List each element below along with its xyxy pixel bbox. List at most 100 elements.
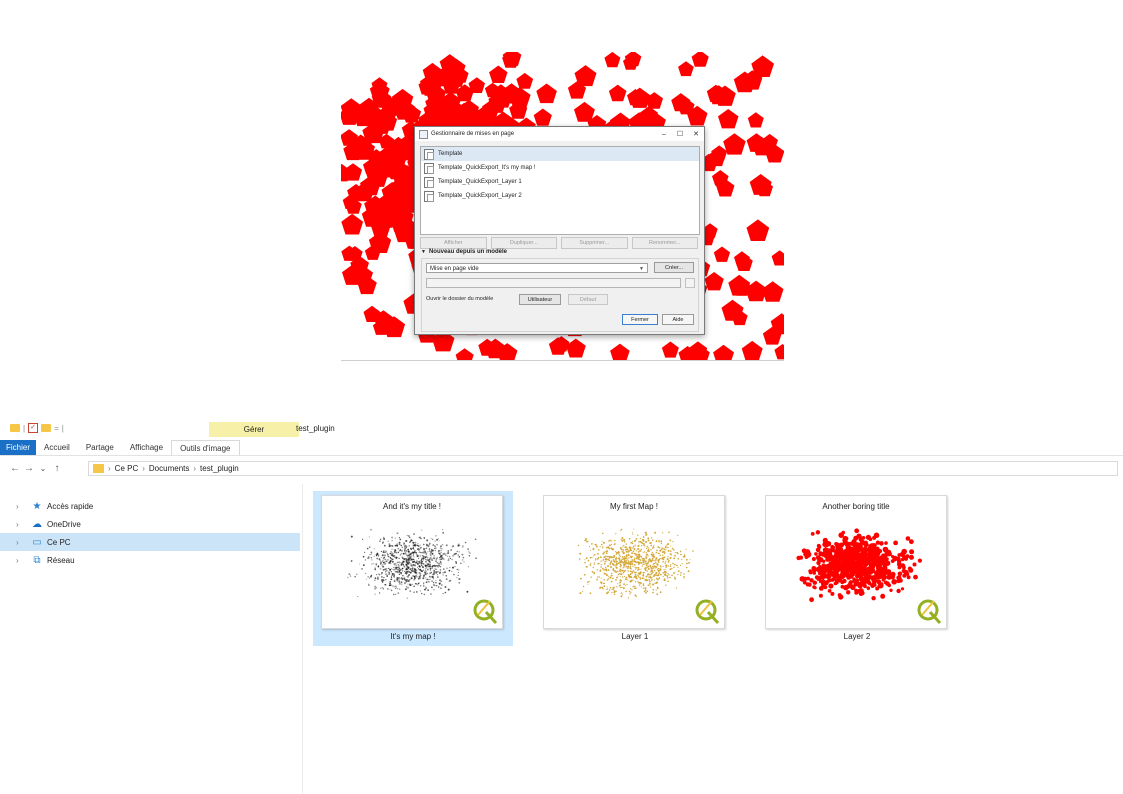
layout-list-item[interactable]: Template (421, 147, 699, 161)
layout-name: Template_QuickExport_Layer 1 (438, 179, 522, 185)
layout-list-item[interactable]: Template_QuickExport_Layer 1 (421, 175, 699, 189)
thumbnail-point (628, 562, 630, 565)
thumbnail-point (416, 573, 418, 575)
thumbnail-point (418, 557, 420, 559)
thumbnail-point (879, 541, 884, 546)
new-folder-icon[interactable] (41, 424, 52, 432)
close-dialog-button[interactable]: Fermer (622, 314, 658, 325)
duplicate-button[interactable]: Dupliquer... (490, 237, 557, 249)
file-tile[interactable]: And it's my title ! It's my map ! (313, 491, 513, 646)
delete-button[interactable]: Supprimer... (561, 237, 628, 249)
thumbnail-point (424, 574, 426, 576)
map-marker (751, 55, 774, 77)
thumbnail-point (583, 573, 586, 576)
back-arrow-icon[interactable]: ← (8, 463, 22, 474)
tab-picture-tools[interactable]: Outils d'image (171, 440, 240, 455)
folder-icon[interactable] (10, 424, 20, 432)
thumbnail-point (433, 589, 435, 591)
layout-list-item[interactable]: Template_QuickExport_Layer 2 (421, 189, 699, 203)
breadcrumb-this-pc[interactable]: Ce PC (115, 464, 139, 473)
thumbnail-point (431, 538, 434, 541)
help-button[interactable]: Aide (662, 314, 694, 325)
nav-item-onedrive[interactable]: › ☁ OneDrive (0, 515, 300, 533)
up-arrow-icon[interactable]: ↑ (50, 463, 64, 474)
file-tile[interactable]: My first Map ! Layer 1 (535, 491, 735, 646)
thumbnail-point (823, 585, 828, 590)
breadcrumb-documents[interactable]: Documents (149, 464, 189, 473)
thumbnail-point (406, 579, 408, 581)
thumbnail-point (662, 575, 664, 578)
layout-list-item[interactable]: Template_QuickExport_It's my map ! (421, 161, 699, 175)
nav-item-network[interactable]: › ⧉ Réseau (0, 551, 300, 569)
default-folder-button[interactable]: Défaut (568, 294, 608, 305)
tab-file[interactable]: Fichier (0, 440, 37, 455)
thumbnail-point (917, 558, 922, 563)
tab-view[interactable]: Affichage (122, 440, 171, 455)
user-folder-button[interactable]: Utilisateur (519, 294, 561, 305)
thumbnail-point (434, 566, 436, 568)
properties-icon[interactable]: ✓ (28, 423, 39, 433)
thumbnail-point (857, 583, 863, 589)
thumbnail-point (649, 571, 651, 573)
customize-dropdown-icon[interactable]: = (54, 424, 59, 433)
chevron-right-icon[interactable]: › (16, 538, 30, 547)
new-from-template-header[interactable]: ▼ Nouveau depuis un modèle (421, 249, 507, 255)
thumbnail-point (653, 560, 655, 562)
thumbnail-point (854, 528, 860, 534)
thumbnail-point (438, 550, 440, 552)
chevron-right-icon[interactable]: › (16, 502, 30, 511)
thumbnail-point (835, 580, 839, 585)
maximize-button[interactable]: ☐ (672, 130, 688, 138)
thumbnail-point (429, 554, 432, 557)
thumbnail-point (398, 581, 400, 583)
chevron-right-icon[interactable]: › (16, 520, 30, 529)
close-button[interactable]: ✕ (688, 130, 704, 138)
thumbnail-point (374, 593, 376, 595)
thumbnail-point (395, 587, 396, 589)
thumbnail-point (401, 583, 403, 586)
show-button[interactable]: Afficher (420, 237, 487, 249)
open-folder-label: Ouvrir le dossier du modèle (426, 296, 494, 302)
thumbnail-point (659, 569, 661, 571)
thumbnail-point (594, 553, 596, 556)
browse-button[interactable] (685, 278, 695, 288)
breadcrumb-test-plugin[interactable]: test_plugin (200, 464, 239, 473)
recent-dropdown-icon[interactable]: ⌄ (36, 464, 50, 473)
thumbnail-point (447, 555, 449, 557)
thumbnail-point (648, 579, 651, 581)
tab-share[interactable]: Partage (78, 440, 122, 455)
thumbnail-point (412, 551, 415, 554)
minimize-button[interactable]: – (656, 131, 672, 138)
nav-item-this-pc[interactable]: › ▭ Ce PC (0, 533, 300, 551)
thumbnail-point (365, 578, 367, 580)
nav-item-quick-access[interactable]: › ★ Accès rapide (0, 497, 300, 515)
thumbnail-point (637, 576, 639, 578)
create-button[interactable]: Créer... (654, 262, 694, 273)
map-marker (536, 83, 557, 104)
thumbnail-point (407, 554, 409, 556)
rename-button[interactable]: Renommer... (631, 237, 698, 249)
layout-list[interactable]: Template Template_QuickExport_It's my ma… (420, 146, 700, 235)
thumbnail-point (370, 574, 373, 577)
thumbnail-point (374, 568, 376, 571)
thumbnail-point (404, 582, 406, 584)
address-bar[interactable]: › Ce PC › Documents › test_plugin (88, 461, 1118, 476)
thumbnail-point (387, 573, 389, 575)
tab-home[interactable]: Accueil (36, 440, 78, 455)
thumbnail-point (819, 570, 826, 577)
thumbnail-point (393, 549, 395, 551)
forward-arrow-icon[interactable]: → (22, 463, 36, 474)
thumbnail-point (634, 594, 637, 597)
thumbnail-point (655, 551, 658, 554)
thumbnail-point (667, 549, 670, 552)
template-select[interactable]: Mise en page vide ▼ (426, 263, 648, 273)
thumbnail-point (626, 583, 628, 586)
template-path-field[interactable] (426, 278, 681, 288)
chevron-right-icon[interactable]: › (16, 556, 30, 565)
file-tile[interactable]: Another boring title Layer 2 (757, 491, 957, 646)
thumbnail-point (626, 559, 628, 561)
manage-tab[interactable]: Gérer (209, 422, 299, 437)
thumbnail-point (429, 567, 432, 570)
thumbnail-point (808, 570, 813, 575)
thumbnail-point (632, 532, 633, 534)
